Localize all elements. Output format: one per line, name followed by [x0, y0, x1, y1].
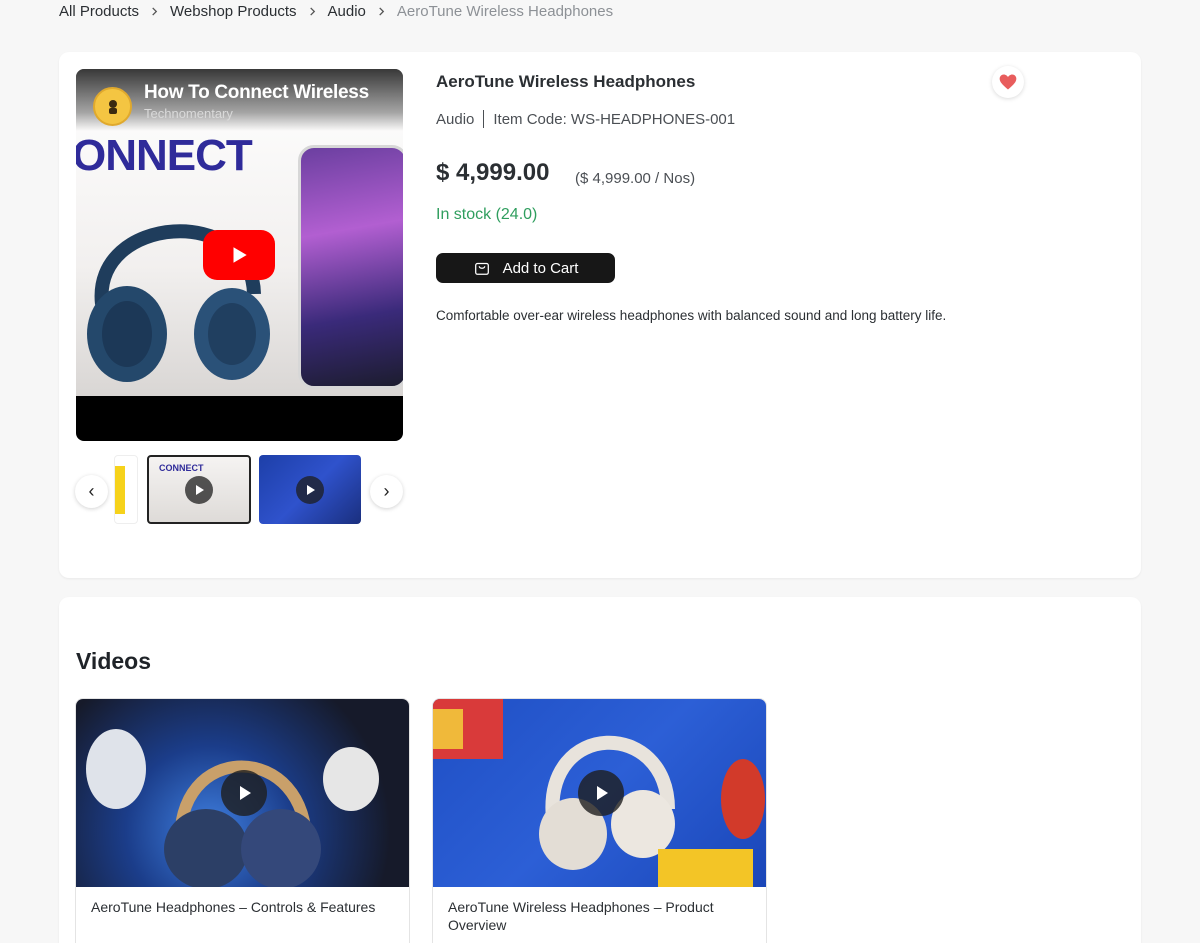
chevron-right-icon [377, 6, 386, 16]
shopping-bag-icon [474, 262, 489, 275]
chevron-right-icon [308, 6, 317, 16]
phone-image [298, 145, 403, 389]
breadcrumb-all-products[interactable]: All Products [59, 3, 139, 20]
carousel-prev-button[interactable]: ‹ [75, 475, 108, 508]
video-frame: ONNECT How To Connect Wireless Technomen… [76, 69, 403, 396]
video-overlay-text: ONNECT [76, 131, 253, 180]
video-thumbnail [76, 699, 409, 887]
video-caption: AeroTune Wireless Headphones – Product O… [448, 899, 714, 933]
product-description: Comfortable over-ear wireless headphones… [436, 308, 947, 323]
chevron-right-icon [150, 6, 159, 16]
videos-section: Videos AeroTune Headphones – Controls & … [59, 597, 1141, 943]
play-icon [296, 475, 324, 504]
add-to-cart-button[interactable]: Add to Cart [436, 253, 615, 283]
breadcrumb: All Products Webshop Products Audio Aero… [59, 2, 613, 20]
carousel-next-button[interactable]: › [370, 475, 403, 508]
thumbnail-overlay-text: CONNECT [159, 463, 204, 473]
thumbnail-item[interactable] [114, 455, 138, 524]
stock-status: In stock (24.0) [436, 206, 538, 223]
product-category: Audio [436, 110, 475, 128]
video-caption: AeroTune Headphones – Controls & Feature… [91, 899, 376, 915]
item-code: Item Code: WS-HEADPHONES-001 [493, 110, 736, 128]
thumbnail-item[interactable] [259, 455, 361, 524]
product-card: ONNECT How To Connect Wireless Technomen… [59, 52, 1141, 578]
wishlist-button[interactable] [992, 66, 1024, 98]
breadcrumb-webshop-products[interactable]: Webshop Products [170, 3, 296, 20]
play-icon [233, 247, 247, 263]
play-icon [220, 770, 267, 816]
video-title: How To Connect Wireless [144, 82, 369, 103]
breadcrumb-current: AeroTune Wireless Headphones [396, 2, 614, 20]
meta-divider [483, 110, 485, 128]
video-thumbnail [433, 699, 766, 887]
videos-heading: Videos [76, 648, 151, 674]
thumbnail-item[interactable]: CONNECT [147, 455, 251, 524]
thumbnail-carousel: ‹ CONNECT › [75, 455, 404, 525]
product-title: AeroTune Wireless Headphones [436, 72, 696, 91]
add-to-cart-label: Add to Cart [502, 259, 579, 277]
breadcrumb-audio[interactable]: Audio [328, 3, 366, 20]
headphones-image [87, 224, 270, 382]
play-icon [185, 475, 213, 504]
heart-icon [999, 74, 1017, 90]
unit-price: ($ 4,999.00 / Nos) [575, 170, 696, 187]
channel-avatar [93, 87, 132, 126]
video-channel: Technomentary [144, 106, 233, 121]
product-price: $ 4,999.00 [436, 159, 550, 186]
video-card[interactable]: AeroTune Wireless Headphones – Product O… [432, 698, 767, 943]
youtube-play-button[interactable] [203, 230, 275, 280]
play-icon [577, 770, 624, 816]
product-meta: Audio Item Code: WS-HEADPHONES-001 [436, 110, 735, 128]
main-video-player[interactable]: ONNECT How To Connect Wireless Technomen… [76, 69, 403, 441]
video-card[interactable]: AeroTune Headphones – Controls & Feature… [75, 698, 410, 943]
